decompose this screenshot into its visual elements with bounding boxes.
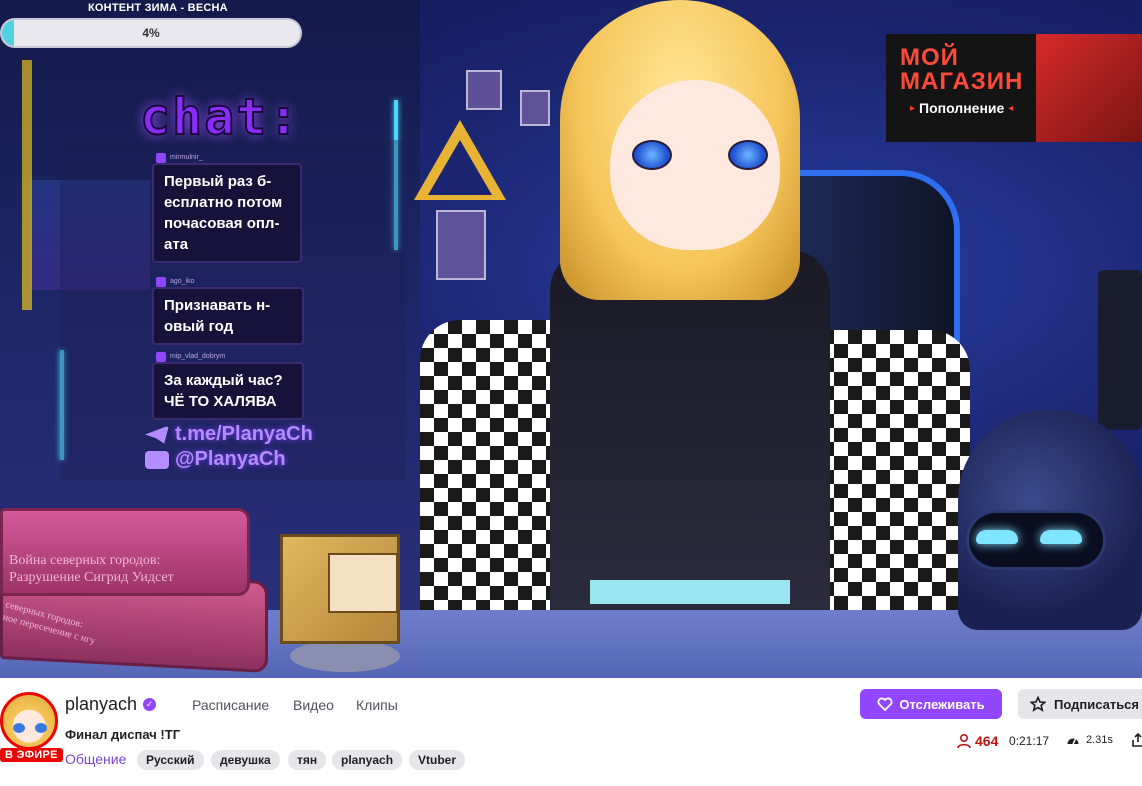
- tag[interactable]: девушка: [211, 750, 280, 770]
- stream-category[interactable]: Общение: [65, 751, 126, 767]
- chat-message: mirmulnir_ Первый раз б- есплатно потом …: [152, 153, 302, 263]
- social-youtube: @PlanyaCh: [145, 448, 286, 471]
- progress-label: 4%: [142, 26, 160, 40]
- chat-message-text: Признавать н- овый год: [164, 297, 271, 335]
- robot-eye: [976, 530, 1018, 544]
- wall-poster: [466, 70, 502, 110]
- shop-banner-art: [1036, 34, 1142, 142]
- robot-eye: [1040, 530, 1082, 544]
- shop-banner: МОЙ МАГАЗИН ▸ Пополнение ◂: [886, 34, 1142, 142]
- wall-poster: [436, 210, 486, 280]
- book: Война северных городов: Разрушение Сигри…: [0, 508, 250, 596]
- book-title: Война северных городов: Разрушение Сигри…: [9, 553, 174, 585]
- youtube-icon: [145, 450, 169, 469]
- nav-clips[interactable]: Клипы: [356, 697, 398, 713]
- telegram-icon: [145, 425, 169, 444]
- chat-message-text: За каждый час? ЧЁ ТО ХАЛЯВА: [164, 372, 283, 410]
- chat-user: mirmulnir_: [156, 153, 203, 163]
- tag[interactable]: Русский: [137, 750, 204, 770]
- chat-user: mip_vlad_dobrym: [156, 352, 225, 362]
- character-eye-left: [632, 140, 672, 170]
- stream-uptime: 0:21:17: [1009, 734, 1050, 748]
- character-band: [590, 580, 790, 604]
- stream-latency: 2.31s: [1066, 734, 1113, 746]
- box-character-face: [328, 553, 398, 613]
- character-jacket-right: [820, 330, 970, 610]
- stream-video-player[interactable]: КОНТЕНТ ЗИМА - ВЕСНА 4% chat: mirmulnir_…: [0, 0, 1142, 678]
- shop-topup-label: ▸ Пополнение ◂: [906, 98, 1018, 118]
- verified-icon: ✓: [143, 698, 157, 711]
- live-badge: В ЭФИРЕ: [0, 748, 63, 762]
- progress-title: КОНТЕНТ ЗИМА - ВЕСНА: [88, 2, 228, 14]
- box-character: [280, 534, 400, 644]
- twitch-icon: [156, 277, 166, 287]
- tag[interactable]: тян: [288, 750, 327, 770]
- chat-logo: chat:: [139, 87, 301, 147]
- tag[interactable]: Vtuber: [409, 750, 466, 770]
- nav-schedule[interactable]: Расписание: [192, 697, 269, 713]
- chat-message: ago_iko Признавать н- овый год: [152, 277, 304, 345]
- social-telegram: t.me/PlanyaCh: [145, 423, 313, 446]
- neon-sword: [22, 60, 32, 310]
- character-eye-right: [728, 140, 768, 170]
- speedometer-icon: [1067, 738, 1079, 745]
- speaker: [1098, 270, 1142, 430]
- heart-icon: [877, 697, 893, 711]
- arrow-left-icon: ◂: [1008, 102, 1014, 114]
- wall-poster: [520, 90, 550, 126]
- stream-title: Финал диспач !ТГ: [65, 727, 181, 742]
- progress-bar: 4%: [0, 18, 302, 48]
- avatar-eye: [13, 723, 25, 733]
- star-icon: [1030, 696, 1046, 712]
- book-title: северных городов: ное пересечение с нгу: [1, 599, 97, 647]
- nav-videos[interactable]: Видео: [293, 697, 334, 713]
- twitch-icon: [156, 153, 166, 163]
- chat-message-text: Первый раз б- есплатно потом почасовая о…: [164, 173, 283, 253]
- follow-button[interactable]: Отслеживать: [860, 689, 1002, 719]
- neon-triangle-inner: [428, 140, 492, 195]
- viewer-count: 464: [956, 733, 998, 749]
- channel-avatar[interactable]: [0, 692, 58, 750]
- box-character-base: [290, 640, 400, 672]
- person-icon: [957, 733, 971, 749]
- shop-title: МОЙ МАГАЗИН: [900, 44, 1024, 95]
- chat-user: ago_iko: [156, 277, 195, 287]
- chat-message: mip_vlad_dobrym За каждый час? ЧЁ ТО ХАЛ…: [152, 352, 304, 420]
- twitch-icon: [156, 352, 166, 362]
- character-body: [550, 250, 830, 610]
- avatar-eye: [35, 723, 47, 733]
- share-icon[interactable]: [1132, 733, 1142, 747]
- channel-name[interactable]: planyach ✓: [65, 694, 157, 715]
- arrow-right-icon: ▸: [910, 102, 916, 114]
- tag[interactable]: planyach: [332, 750, 403, 770]
- subscribe-button[interactable]: Подписаться: [1018, 689, 1142, 719]
